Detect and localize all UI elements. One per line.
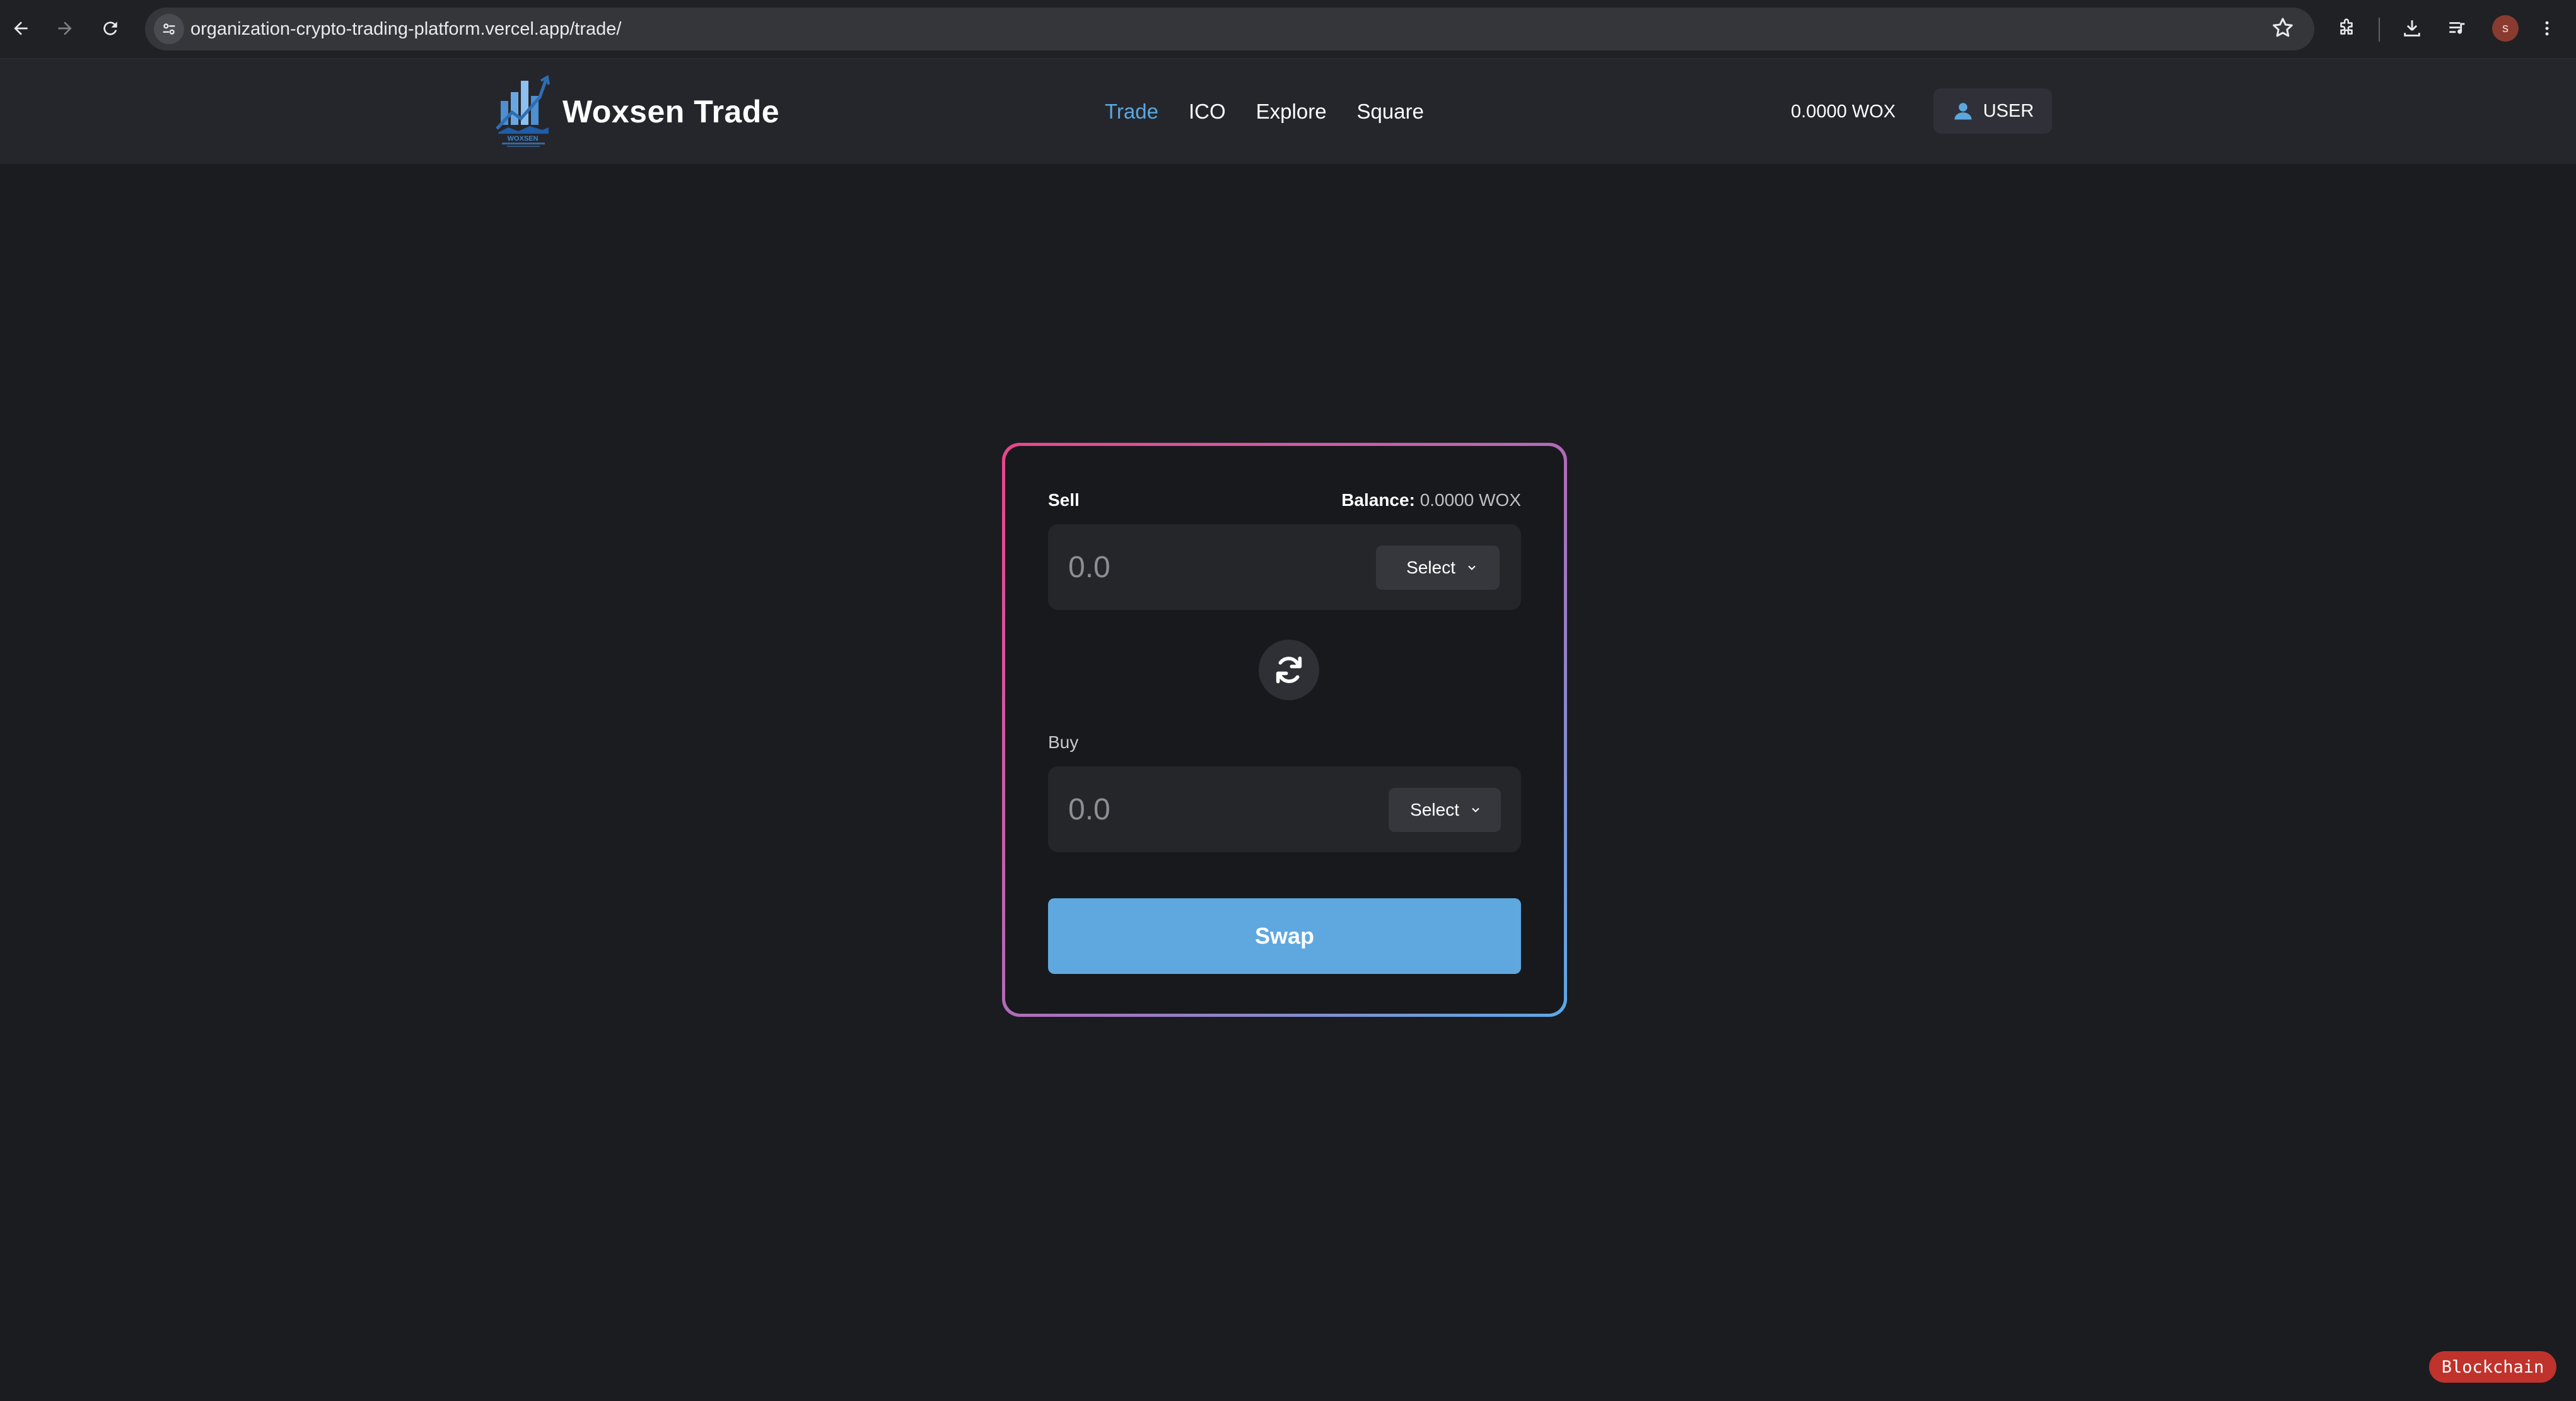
back-icon bbox=[14, 21, 28, 35]
url-text[interactable]: organization-crypto-trading-platform.ver… bbox=[190, 8, 621, 50]
buy-label: Buy bbox=[1048, 732, 1079, 752]
nav-explore[interactable]: Explore bbox=[1256, 100, 1327, 124]
buy-token-select[interactable]: Select bbox=[1389, 788, 1501, 832]
user-button[interactable]: USER bbox=[1933, 88, 2052, 134]
user-icon bbox=[1954, 103, 1972, 120]
nav-ico[interactable]: ICO bbox=[1189, 100, 1226, 124]
extensions-button[interactable] bbox=[2331, 13, 2362, 44]
sell-amount-input[interactable] bbox=[1068, 524, 1320, 610]
media-controls-button[interactable] bbox=[2442, 13, 2473, 44]
blockchain-badge[interactable]: Blockchain bbox=[2429, 1351, 2556, 1383]
user-label: USER bbox=[1983, 100, 2034, 121]
browser-toolbar: organization-crypto-trading-platform.ver… bbox=[0, 0, 2576, 59]
refresh-swap-icon bbox=[1276, 656, 1302, 684]
forward-icon bbox=[58, 21, 72, 35]
sell-token-label: Select bbox=[1406, 558, 1455, 577]
buy-amount-box: Select bbox=[1048, 766, 1521, 852]
site-info-icon bbox=[163, 23, 175, 35]
nav-square[interactable]: Square bbox=[1357, 100, 1424, 124]
brand-name: Woxsen Trade bbox=[562, 94, 780, 129]
sell-token-select[interactable]: Select bbox=[1376, 546, 1500, 590]
forward-button[interactable] bbox=[49, 13, 81, 44]
wallet-balance: 0.0000 WOX bbox=[1791, 102, 1896, 122]
chevron-down-icon bbox=[1468, 565, 1476, 570]
buy-amount-input[interactable] bbox=[1068, 766, 1320, 852]
swap-card: Sell Balance: 0.0000 WOX Select Buy bbox=[1002, 443, 1567, 1017]
balance-label: Balance: bbox=[1341, 490, 1415, 510]
sell-label-row: Sell Balance: 0.0000 WOX bbox=[1048, 488, 1521, 513]
swap-direction-button[interactable] bbox=[1259, 640, 1319, 700]
buy-label-row: Buy bbox=[1048, 730, 1521, 755]
buy-token-label: Select bbox=[1410, 800, 1459, 819]
toolbar-divider bbox=[2379, 18, 2380, 42]
woxsen-logo-icon: WOXSEN bbox=[496, 74, 550, 147]
sell-amount-box: Select bbox=[1048, 524, 1521, 610]
main-nav: Trade ICO Explore Square bbox=[1105, 59, 1424, 164]
swap-card-body: Sell Balance: 0.0000 WOX Select Buy bbox=[1005, 446, 1564, 1014]
balance-value: 0.0000 WOX bbox=[1419, 490, 1521, 510]
swap-button[interactable]: Swap bbox=[1048, 898, 1521, 974]
browser-menu-button[interactable] bbox=[2531, 13, 2563, 44]
menu-kebab-icon bbox=[2545, 21, 2549, 36]
address-bar[interactable]: organization-crypto-trading-platform.ver… bbox=[145, 8, 2314, 50]
nav-trade[interactable]: Trade bbox=[1105, 100, 1158, 124]
reload-icon bbox=[103, 21, 117, 35]
back-button[interactable] bbox=[5, 13, 37, 44]
profile-avatar[interactable]: s bbox=[2492, 15, 2519, 42]
site-info-button[interactable] bbox=[154, 14, 184, 44]
media-controls-icon bbox=[2449, 22, 2465, 34]
chevron-down-icon bbox=[1472, 807, 1479, 812]
bookmark-star-icon bbox=[2273, 18, 2293, 37]
downloads-button[interactable] bbox=[2396, 13, 2428, 44]
svg-text:WOXSEN: WOXSEN bbox=[508, 135, 539, 143]
sell-label: Sell bbox=[1048, 490, 1080, 510]
download-icon bbox=[2404, 20, 2420, 37]
sell-balance: Balance: 0.0000 WOX bbox=[1341, 490, 1521, 510]
app-header: WOXSEN Woxsen Trade Trade ICO Explore Sq… bbox=[0, 59, 2576, 164]
brand-link[interactable]: WOXSEN Woxsen Trade bbox=[496, 71, 779, 153]
reload-button[interactable] bbox=[95, 13, 126, 44]
bookmark-button[interactable] bbox=[2270, 15, 2295, 40]
extensions-icon bbox=[2340, 18, 2353, 35]
